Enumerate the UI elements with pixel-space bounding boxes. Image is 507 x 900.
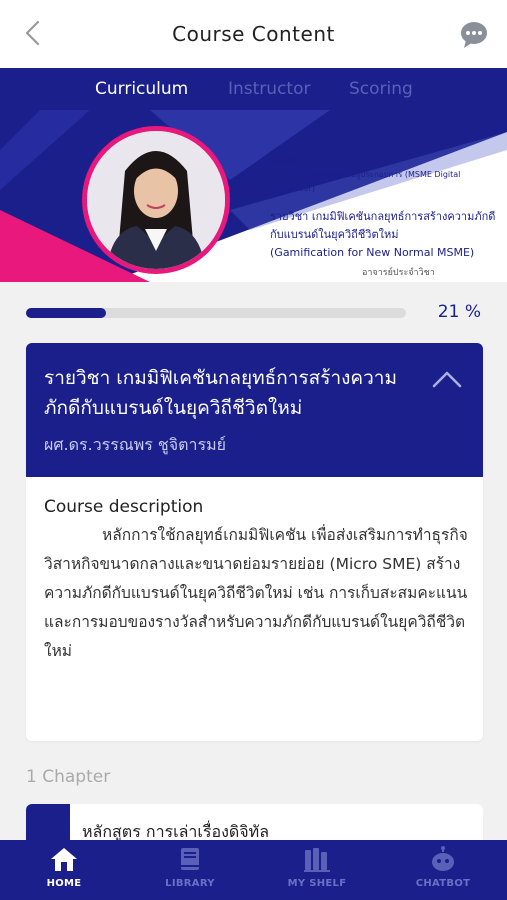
- home-icon: [51, 848, 77, 871]
- page-title: Course Content: [172, 22, 335, 46]
- nav-library[interactable]: LIBRARY: [145, 846, 235, 889]
- nav-chatbot[interactable]: CHATBOT: [398, 846, 488, 889]
- bottom-navigation: HOME LIBRARY MY SHELF CHATBOT: [0, 840, 507, 900]
- banner-main-2: กับแบรนด์ในยุควิถีชีวิตใหม่: [270, 228, 399, 241]
- course-card-header[interactable]: รายวิชา เกมมิฟิเคชันกลยุทธ์การสร้างความภ…: [26, 343, 483, 477]
- course-author: ผศ.ดร.วรรณพร ชูจิตารมย์: [44, 435, 227, 454]
- chapter-count: 1 Chapter: [26, 767, 111, 787]
- book-icon: [181, 848, 199, 870]
- tab-scoring[interactable]: Scoring: [349, 79, 413, 99]
- robot-icon: [432, 846, 454, 871]
- banner-line-3: Storyteller): [270, 184, 315, 193]
- tab-curriculum[interactable]: Curriculum: [95, 79, 188, 99]
- progress-percent: 21 %: [437, 302, 481, 322]
- chevron-up-icon[interactable]: [431, 369, 463, 389]
- progress-bar: [26, 308, 406, 318]
- course-card: รายวิชา เกมมิฟิเคชันกลยุทธ์การสร้างความภ…: [26, 343, 483, 741]
- course-banner: หลักสูตร การเล่าเรื่องดิจิทัลสำหรับผู้ปร…: [0, 110, 507, 282]
- chevron-left-icon[interactable]: [18, 18, 48, 48]
- banner-main-1: รายวิชา เกมมิฟิเคชันกลยุทธ์การสร้างความภ…: [270, 210, 496, 223]
- progress-fill: [26, 308, 106, 318]
- banner-signature: อาจารย์ประจำวิชา: [362, 268, 435, 278]
- course-title: รายวิชา เกมมิฟิเคชันกลยุทธ์การสร้างความภ…: [44, 367, 397, 419]
- nav-my-shelf[interactable]: MY SHELF: [272, 846, 362, 889]
- description-text: หลักการใช้กลยุทธ์เกมมิฟิเคชัน เพื่อส่งเส…: [44, 526, 468, 660]
- nav-chatbot-label: CHATBOT: [415, 878, 471, 889]
- description-label: Course description: [44, 497, 204, 517]
- chat-bubble-icon[interactable]: [459, 20, 489, 50]
- nav-home[interactable]: HOME: [19, 846, 109, 889]
- nav-library-label: LIBRARY: [165, 878, 215, 889]
- top-bar: Course Content: [0, 0, 507, 68]
- nav-home-label: HOME: [46, 878, 82, 889]
- banner-line-2: การเล่าเรื่องดิจิทัลสำหรับผู้ประกอบการ (…: [270, 170, 461, 179]
- instructor-photo: [82, 126, 230, 274]
- nav-my-shelf-label: MY SHELF: [287, 878, 347, 889]
- tab-instructor[interactable]: Instructor: [228, 79, 310, 99]
- banner-main-3: (Gamification for New Normal MSME): [270, 246, 475, 259]
- shelf-icon: [304, 848, 330, 872]
- content-tabs: Curriculum Instructor Scoring: [0, 68, 507, 110]
- course-description: Course description หลักการใช้กลยุทธ์เกมม…: [44, 497, 469, 666]
- banner-line-1: หลักสูตร: [270, 156, 300, 165]
